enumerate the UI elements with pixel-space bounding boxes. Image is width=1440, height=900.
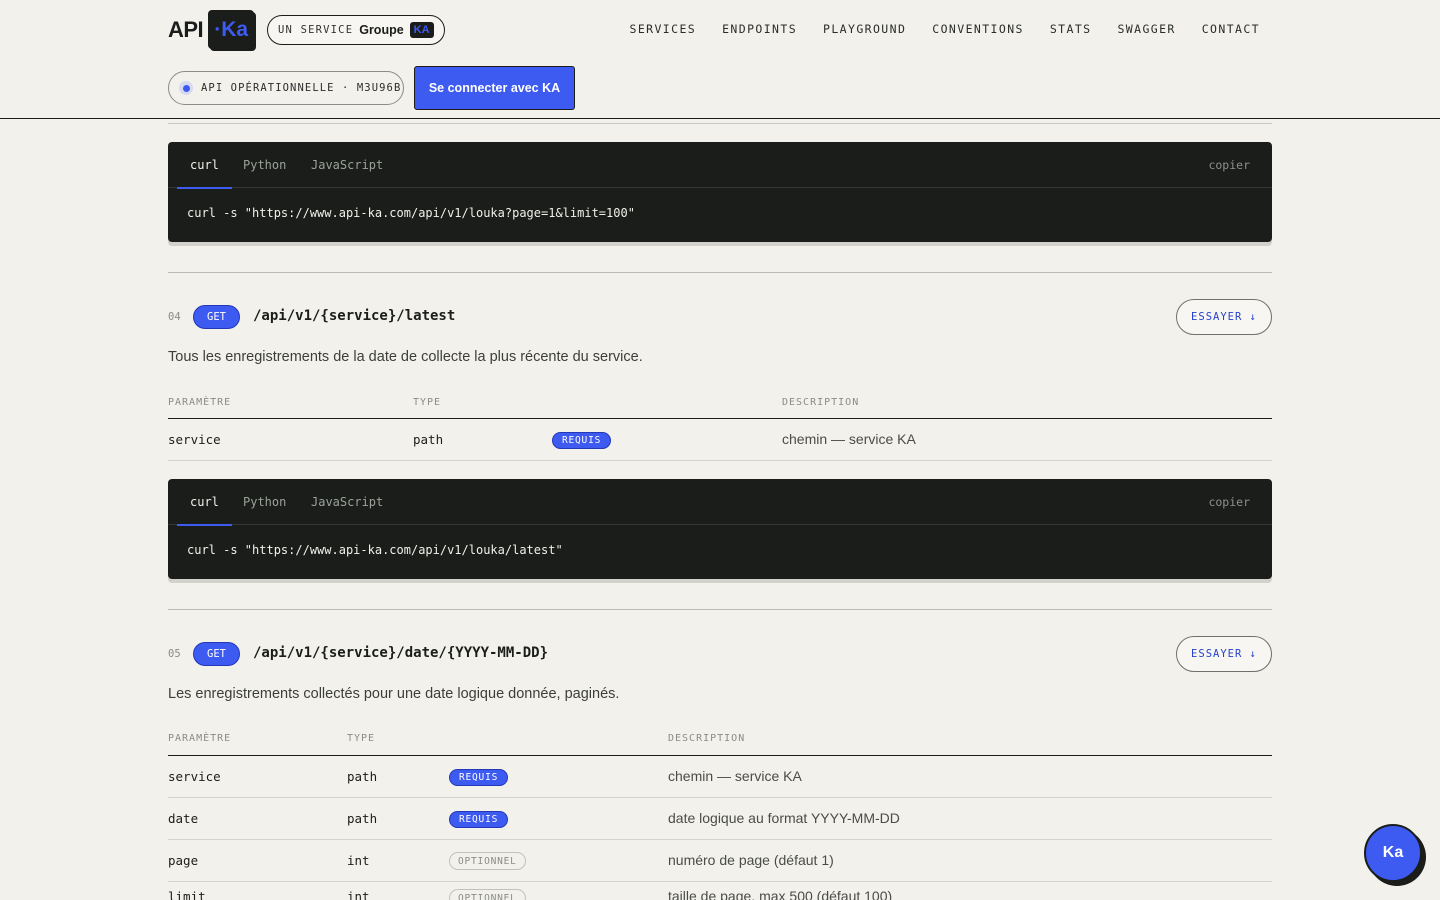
tab-curl[interactable]: curl	[177, 142, 232, 189]
tab-curl[interactable]: curl	[177, 479, 232, 526]
param-description: chemin — service KA	[668, 768, 802, 784]
try-label: ESSAYER ↓	[1191, 311, 1257, 323]
row-divider	[168, 797, 1272, 798]
site-header: API ·Ka UN SERVICE Groupe KA SERVICES EN…	[0, 0, 1440, 119]
param-description: numéro de page (défaut 1)	[668, 852, 834, 868]
param-name: page	[168, 853, 199, 868]
required-badge: REQUIS	[449, 769, 509, 786]
divider	[168, 609, 1272, 610]
connect-ka-button[interactable]: Se connecter avec KA	[414, 66, 575, 110]
chat-assistant-button[interactable]: Ka	[1364, 824, 1422, 882]
method-badge: GET	[193, 305, 240, 329]
tab-python[interactable]: Python	[243, 142, 286, 188]
header-type: TYPE	[413, 397, 442, 408]
header-parametre: PARAMÈTRE	[168, 733, 232, 744]
param-description: date logique au format YYYY-MM-DD	[668, 810, 900, 826]
table-header-rule	[168, 755, 1272, 756]
service-ka-badge: KA	[409, 22, 434, 38]
nav-playground[interactable]: PLAYGROUND	[823, 22, 906, 36]
try-button[interactable]: ESSAYER ↓	[1176, 299, 1272, 335]
code-snippet: curl -s "https://www.api-ka.com/api/v1/l…	[187, 206, 635, 220]
api-status-pill: API OPÉRATIONNELLE · M3U96B	[168, 71, 404, 105]
code-block-top: curl Python JavaScript copier curl -s "h…	[168, 142, 1272, 242]
required-badge: REQUIS	[449, 811, 509, 828]
required-badge: REQUIS	[552, 432, 612, 449]
row-divider	[168, 460, 1272, 461]
param-type: path	[347, 811, 378, 826]
method-badge: GET	[193, 642, 240, 666]
try-button[interactable]: ESSAYER ↓	[1176, 636, 1272, 672]
logo-ka-badge: ·Ka	[208, 10, 255, 49]
divider	[168, 123, 1272, 124]
nav-services[interactable]: SERVICES	[630, 22, 697, 36]
try-label: ESSAYER ↓	[1191, 648, 1257, 660]
row-divider	[168, 881, 1272, 882]
tab-python[interactable]: Python	[243, 479, 286, 525]
param-name: date	[168, 811, 199, 826]
optional-badge: OPTIONNEL	[449, 889, 526, 900]
code-snippet: curl -s "https://www.api-ka.com/api/v1/l…	[187, 543, 563, 557]
header-description: DESCRIPTION	[668, 733, 746, 744]
code-tabs: curl Python JavaScript copier	[168, 142, 1272, 189]
param-name: service	[168, 769, 221, 784]
code-block-latest: curl Python JavaScript copier curl -s "h…	[168, 479, 1272, 579]
api-status-text: API OPÉRATIONNELLE · M3U96B	[201, 82, 402, 94]
endpoint-description: Tous les enregistrements de la date de c…	[168, 349, 643, 365]
param-description: taille de page, max 500 (défaut 100)	[668, 888, 893, 900]
endpoint-path: /api/v1/{service}/date/{YYYY-MM-DD}	[253, 645, 549, 661]
param-type: int	[347, 889, 370, 900]
param-name: service	[168, 432, 221, 447]
nav-contact[interactable]: CONTACT	[1202, 22, 1260, 36]
logo-api-text: API	[168, 16, 204, 42]
tab-javascript[interactable]: JavaScript	[311, 142, 383, 188]
status-dot-icon	[179, 81, 193, 95]
param-name: limit	[168, 889, 206, 900]
param-description: chemin — service KA	[782, 431, 916, 447]
service-label: UN SERVICE	[278, 24, 354, 36]
header-parametre: PARAMÈTRE	[168, 397, 232, 408]
endpoint-number: 05	[168, 648, 181, 660]
header-description: DESCRIPTION	[782, 397, 860, 408]
nav-stats[interactable]: STATS	[1050, 22, 1092, 36]
param-type: path	[347, 769, 378, 784]
row-divider	[168, 839, 1272, 840]
optional-badge: OPTIONNEL	[449, 852, 526, 870]
endpoint-description: Les enregistrements collectés pour une d…	[168, 686, 620, 702]
endpoint-number: 04	[168, 311, 181, 323]
copy-button[interactable]: copier	[1208, 142, 1250, 188]
service-groupe-text: Groupe	[359, 23, 404, 37]
endpoint-path: /api/v1/{service}/latest	[253, 308, 456, 324]
service-groupe-pill[interactable]: UN SERVICE Groupe KA	[267, 15, 445, 45]
tab-javascript[interactable]: JavaScript	[311, 479, 383, 525]
divider	[168, 272, 1272, 273]
main-nav: SERVICES ENDPOINTS PLAYGROUND CONVENTION…	[630, 22, 1260, 36]
nav-endpoints[interactable]: ENDPOINTS	[722, 22, 797, 36]
param-type: int	[347, 853, 370, 868]
copy-button[interactable]: copier	[1208, 479, 1250, 525]
logo[interactable]: API ·Ka	[168, 10, 255, 49]
table-header-rule	[168, 418, 1272, 419]
param-type: path	[413, 432, 444, 447]
nav-conventions[interactable]: CONVENTIONS	[932, 22, 1024, 36]
nav-swagger[interactable]: SWAGGER	[1117, 22, 1175, 36]
code-tabs: curl Python JavaScript copier	[168, 479, 1272, 526]
header-type: TYPE	[347, 733, 376, 744]
